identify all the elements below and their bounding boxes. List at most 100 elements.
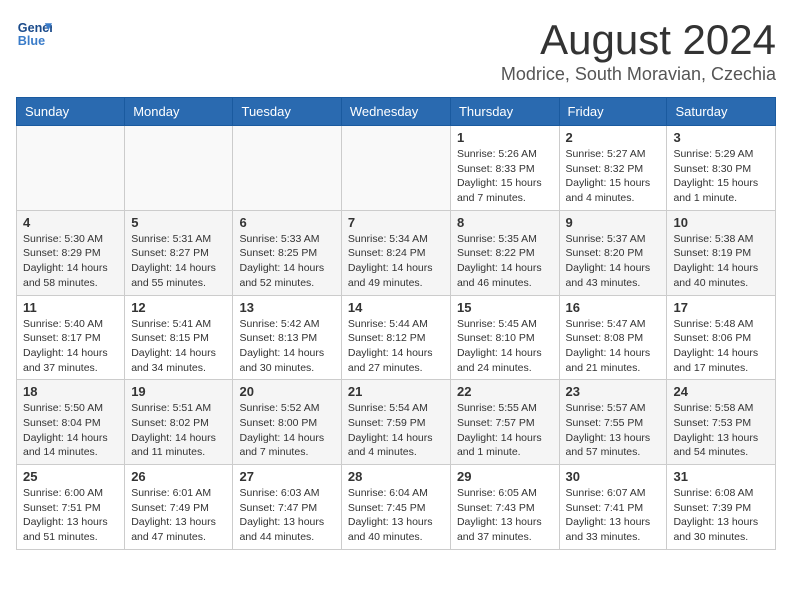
calendar-cell: 15 Sunrise: 5:45 AM Sunset: 8:10 PM Dayli… — [450, 295, 559, 380]
calendar-cell: 30Sunrise: 6:07 AM Sunset: 7:41 PM Dayli… — [559, 465, 667, 550]
col-header-sunday: Sunday — [17, 98, 125, 126]
day-info: Sunrise: 5:29 AM Sunset: 8:30 PM Dayligh… — [673, 147, 769, 206]
day-number: 19 — [131, 384, 226, 399]
calendar-cell: 29 Sunrise: 6:05 AM Sunset: 7:43 PM Dayli… — [450, 465, 559, 550]
day-info: Sunrise: 5:30 AM Sunset: 8:29 PM Dayligh… — [23, 232, 118, 291]
day-info: Sunrise: 5:42 AM Sunset: 8:13 PM Dayligh… — [239, 317, 334, 376]
day-number: 3 — [673, 130, 769, 145]
calendar-cell: 13 Sunrise: 5:42 AM Sunset: 8:13 PM Dayli… — [233, 295, 341, 380]
day-number: 8 — [457, 215, 553, 230]
day-info: Sunrise: 5:33 AM Sunset: 8:25 PM Dayligh… — [239, 232, 334, 291]
calendar-cell: 26 Sunrise: 6:01 AM Sunset: 7:49 PM Dayli… — [125, 465, 233, 550]
calendar-cell: 21 Sunrise: 5:54 AM Sunset: 7:59 PM Dayli… — [341, 380, 450, 465]
day-number: 14 — [348, 300, 444, 315]
day-number: 29 — [457, 469, 553, 484]
logo-icon: General Blue — [16, 16, 52, 52]
calendar-cell: 1Sunrise: 5:26 AM Sunset: 8:33 PM Daylig… — [450, 126, 559, 211]
day-number: 12 — [131, 300, 226, 315]
col-header-thursday: Thursday — [450, 98, 559, 126]
calendar-cell: 2 Sunrise: 5:27 AM Sunset: 8:32 PM Daylig… — [559, 126, 667, 211]
location-subtitle: Modrice, South Moravian, Czechia — [501, 64, 776, 85]
day-number: 16 — [566, 300, 661, 315]
calendar-week-row: 25Sunrise: 6:00 AM Sunset: 7:51 PM Dayli… — [17, 465, 776, 550]
day-number: 10 — [673, 215, 769, 230]
col-header-friday: Friday — [559, 98, 667, 126]
col-header-saturday: Saturday — [667, 98, 776, 126]
calendar-cell: 6Sunrise: 5:33 AM Sunset: 8:25 PM Daylig… — [233, 210, 341, 295]
day-info: Sunrise: 5:47 AM Sunset: 8:08 PM Dayligh… — [566, 317, 661, 376]
day-info: Sunrise: 5:51 AM Sunset: 8:02 PM Dayligh… — [131, 401, 226, 460]
day-number: 28 — [348, 469, 444, 484]
calendar-cell: 4 Sunrise: 5:30 AM Sunset: 8:29 PM Daylig… — [17, 210, 125, 295]
title-area: August 2024 Modrice, South Moravian, Cze… — [501, 16, 776, 85]
day-info: Sunrise: 6:04 AM Sunset: 7:45 PM Dayligh… — [348, 486, 444, 545]
day-number: 27 — [239, 469, 334, 484]
day-info: Sunrise: 5:58 AM Sunset: 7:53 PM Dayligh… — [673, 401, 769, 460]
calendar-cell: 10 Sunrise: 5:38 AM Sunset: 8:19 PM Dayli… — [667, 210, 776, 295]
day-info: Sunrise: 6:05 AM Sunset: 7:43 PM Dayligh… — [457, 486, 553, 545]
logo: General Blue — [16, 16, 52, 52]
day-info: Sunrise: 5:27 AM Sunset: 8:32 PM Dayligh… — [566, 147, 661, 206]
calendar-cell: 28 Sunrise: 6:04 AM Sunset: 7:45 PM Dayli… — [341, 465, 450, 550]
month-title: August 2024 — [501, 16, 776, 64]
day-number: 5 — [131, 215, 226, 230]
calendar-cell: 7 Sunrise: 5:34 AM Sunset: 8:24 PM Daylig… — [341, 210, 450, 295]
day-number: 7 — [348, 215, 444, 230]
calendar-cell — [125, 126, 233, 211]
calendar-week-row: 4 Sunrise: 5:30 AM Sunset: 8:29 PM Daylig… — [17, 210, 776, 295]
day-number: 23 — [566, 384, 661, 399]
calendar-cell: 3 Sunrise: 5:29 AM Sunset: 8:30 PM Daylig… — [667, 126, 776, 211]
day-info: Sunrise: 5:55 AM Sunset: 7:57 PM Dayligh… — [457, 401, 553, 460]
calendar-week-row: 18Sunrise: 5:50 AM Sunset: 8:04 PM Dayli… — [17, 380, 776, 465]
day-info: Sunrise: 5:37 AM Sunset: 8:20 PM Dayligh… — [566, 232, 661, 291]
day-number: 31 — [673, 469, 769, 484]
day-number: 21 — [348, 384, 444, 399]
day-info: Sunrise: 6:01 AM Sunset: 7:49 PM Dayligh… — [131, 486, 226, 545]
day-number: 11 — [23, 300, 118, 315]
calendar-header-row: SundayMondayTuesdayWednesdayThursdayFrid… — [17, 98, 776, 126]
calendar-cell: 16 Sunrise: 5:47 AM Sunset: 8:08 PM Dayli… — [559, 295, 667, 380]
calendar-cell: 24 Sunrise: 5:58 AM Sunset: 7:53 PM Dayli… — [667, 380, 776, 465]
calendar-cell: 5 Sunrise: 5:31 AM Sunset: 8:27 PM Daylig… — [125, 210, 233, 295]
calendar-cell: 14 Sunrise: 5:44 AM Sunset: 8:12 PM Dayli… — [341, 295, 450, 380]
day-number: 13 — [239, 300, 334, 315]
day-number: 20 — [239, 384, 334, 399]
calendar-cell: 31 Sunrise: 6:08 AM Sunset: 7:39 PM Dayli… — [667, 465, 776, 550]
day-number: 24 — [673, 384, 769, 399]
calendar-cell: 11Sunrise: 5:40 AM Sunset: 8:17 PM Dayli… — [17, 295, 125, 380]
calendar-cell: 12 Sunrise: 5:41 AM Sunset: 8:15 PM Dayli… — [125, 295, 233, 380]
day-number: 4 — [23, 215, 118, 230]
day-info: Sunrise: 5:41 AM Sunset: 8:15 PM Dayligh… — [131, 317, 226, 376]
day-info: Sunrise: 5:45 AM Sunset: 8:10 PM Dayligh… — [457, 317, 553, 376]
day-info: Sunrise: 5:38 AM Sunset: 8:19 PM Dayligh… — [673, 232, 769, 291]
calendar-cell: 22 Sunrise: 5:55 AM Sunset: 7:57 PM Dayli… — [450, 380, 559, 465]
calendar-cell: 18Sunrise: 5:50 AM Sunset: 8:04 PM Dayli… — [17, 380, 125, 465]
day-info: Sunrise: 6:08 AM Sunset: 7:39 PM Dayligh… — [673, 486, 769, 545]
day-info: Sunrise: 5:44 AM Sunset: 8:12 PM Dayligh… — [348, 317, 444, 376]
day-number: 25 — [23, 469, 118, 484]
calendar-cell — [233, 126, 341, 211]
day-info: Sunrise: 5:57 AM Sunset: 7:55 PM Dayligh… — [566, 401, 661, 460]
day-info: Sunrise: 5:52 AM Sunset: 8:00 PM Dayligh… — [239, 401, 334, 460]
day-info: Sunrise: 5:48 AM Sunset: 8:06 PM Dayligh… — [673, 317, 769, 376]
calendar-table: SundayMondayTuesdayWednesdayThursdayFrid… — [16, 97, 776, 550]
day-number: 22 — [457, 384, 553, 399]
day-number: 9 — [566, 215, 661, 230]
day-info: Sunrise: 5:50 AM Sunset: 8:04 PM Dayligh… — [23, 401, 118, 460]
day-info: Sunrise: 5:54 AM Sunset: 7:59 PM Dayligh… — [348, 401, 444, 460]
day-info: Sunrise: 5:34 AM Sunset: 8:24 PM Dayligh… — [348, 232, 444, 291]
calendar-cell: 25Sunrise: 6:00 AM Sunset: 7:51 PM Dayli… — [17, 465, 125, 550]
day-info: Sunrise: 5:31 AM Sunset: 8:27 PM Dayligh… — [131, 232, 226, 291]
calendar-cell: 19 Sunrise: 5:51 AM Sunset: 8:02 PM Dayli… — [125, 380, 233, 465]
day-number: 26 — [131, 469, 226, 484]
day-number: 30 — [566, 469, 661, 484]
day-info: Sunrise: 5:35 AM Sunset: 8:22 PM Dayligh… — [457, 232, 553, 291]
day-number: 15 — [457, 300, 553, 315]
day-info: Sunrise: 5:26 AM Sunset: 8:33 PM Dayligh… — [457, 147, 553, 206]
col-header-monday: Monday — [125, 98, 233, 126]
day-number: 17 — [673, 300, 769, 315]
day-info: Sunrise: 6:03 AM Sunset: 7:47 PM Dayligh… — [239, 486, 334, 545]
day-number: 2 — [566, 130, 661, 145]
header: General Blue August 2024 Modrice, South … — [16, 16, 776, 85]
svg-text:Blue: Blue — [18, 34, 45, 48]
